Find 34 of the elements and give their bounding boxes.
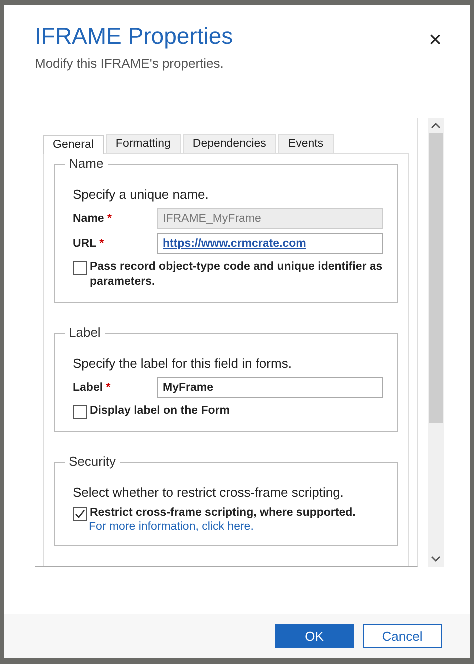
scroll-down-icon[interactable] (431, 556, 441, 562)
ok-button[interactable]: OK (275, 624, 354, 648)
info-link[interactable]: For more information, click here. (89, 521, 383, 533)
scroll-thumb[interactable] (429, 133, 443, 423)
scroll-up-icon[interactable] (431, 123, 441, 129)
tab[interactable]: Dependencies (182, 134, 276, 153)
tab[interactable]: General (43, 135, 104, 154)
group-description: Specify a unique name. (73, 187, 210, 202)
field-label: Name (73, 212, 104, 224)
tab[interactable]: Events (278, 134, 334, 153)
field-label: Label (73, 382, 104, 394)
checkbox[interactable] (73, 507, 87, 521)
text-field[interactable]: MyFrame (157, 377, 383, 398)
dialog-title: IFRAME Properties (35, 23, 234, 50)
checkbox-label: Display label on the Form (90, 404, 230, 419)
close-button[interactable]: × (429, 29, 442, 51)
required-mark: * (108, 212, 112, 224)
dialog-subtitle: Modify this IFRAME's properties. (35, 56, 225, 71)
group-description: Specify the label for this field in forms. (73, 356, 293, 371)
cancel-button[interactable]: Cancel (363, 624, 442, 648)
text-field[interactable]: https://www.crmcrate.com (157, 233, 383, 254)
group-legend: Security (65, 454, 120, 469)
checkbox-label: Restrict cross-frame scripting, where supported. (90, 506, 356, 521)
required-mark: * (100, 238, 104, 250)
required-mark: * (106, 382, 111, 394)
group-legend: Label (65, 325, 105, 340)
scrollbar[interactable] (428, 118, 444, 567)
group-description: Select whether to restrict cross-frame scripting. (73, 485, 345, 500)
tab[interactable]: Formatting (106, 134, 181, 153)
field-label: URL (73, 238, 96, 250)
checkbox[interactable] (73, 405, 87, 419)
checkbox-label: Pass record object-type code and unique identifier as parameters. (90, 260, 383, 290)
group-legend: Name (65, 156, 108, 171)
checkbox[interactable] (73, 261, 87, 275)
